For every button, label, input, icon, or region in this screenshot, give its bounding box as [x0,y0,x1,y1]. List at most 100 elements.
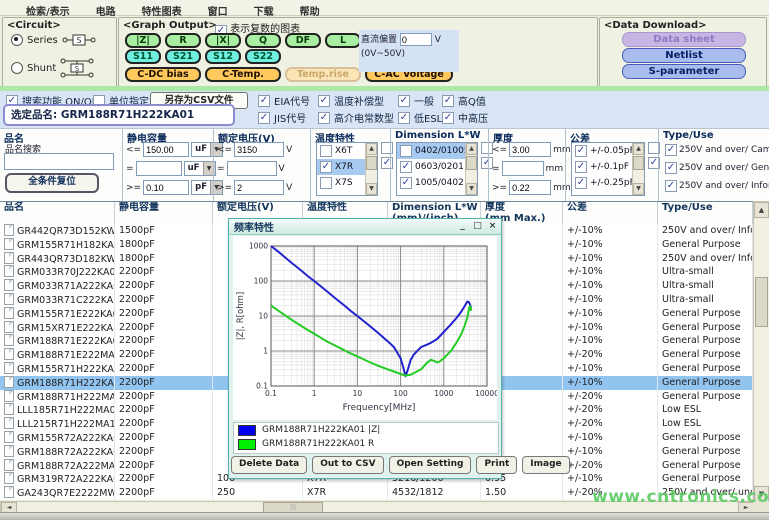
type-use-checkbox-2[interactable]: ✓ [665,162,677,174]
list-scrollbar[interactable]: ▲▼ [465,143,477,195]
print-button[interactable]: Print [476,456,517,474]
param-button-l[interactable]: L [325,33,361,48]
type-use-checkbox-1[interactable]: ✓ [665,144,677,156]
thickness-input-3[interactable] [509,180,551,195]
option-general[interactable]: ✓一般 [398,93,434,108]
document-icon [4,472,14,484]
legend-row-1[interactable]: GRM188R71H222KA01 |Z| [234,423,498,437]
dc-bias-input[interactable] [400,33,432,46]
temp-char-checkbox-2[interactable]: ✓ [320,161,332,173]
header-col-1[interactable]: 品名 [0,202,115,225]
sparam-button-s21[interactable]: S21 [165,49,201,64]
param-button-r[interactable]: R [165,33,201,48]
general-checkbox[interactable]: ✓ [398,95,410,107]
high-k-checkbox[interactable]: ✓ [318,112,330,124]
reset-all-conditions-button[interactable]: 全条件复位 [5,173,99,193]
rated-voltage-input-3[interactable] [234,180,284,195]
series-radio-button[interactable] [11,34,23,46]
temp-char-checkbox-1[interactable] [320,145,332,157]
shunt-radio[interactable]: Shunt S [11,58,94,78]
header-col-8[interactable]: Type/Use [658,202,753,225]
sparam-button-s22[interactable]: S22 [245,49,281,64]
menu-item-1[interactable]: 检索/表示 [26,2,70,18]
shunt-radio-button[interactable] [11,62,23,74]
close-icon[interactable]: × [486,221,499,232]
eia-checkbox[interactable]: ✓ [258,95,270,107]
scroll-up-icon[interactable]: ▲ [633,143,644,155]
delete-data-button[interactable]: Delete Data [231,456,307,474]
type-use-item-1[interactable]: ✓250V and over/ Camera [665,144,769,156]
menu-item-4[interactable]: 窗口 [208,2,228,18]
vertical-scrollbar[interactable]: ▲ ▼ [753,201,769,503]
legend-row-2[interactable]: GRM188R71H222KA01 R [234,437,498,451]
maximize-icon[interactable]: □ [471,221,484,232]
thickness-input-1[interactable] [509,142,551,157]
temp-comp-checkbox[interactable]: ✓ [318,95,330,107]
jis-checkbox[interactable]: ✓ [258,112,270,124]
scroll-thumb[interactable] [366,156,377,170]
scroll-up-icon[interactable]: ▲ [466,143,477,155]
scroll-thumb[interactable] [633,156,644,170]
param-button-z[interactable]: |Z| [125,33,161,48]
part-name-text: GRM188R71H222KA01 [17,378,115,389]
scroll-down-icon[interactable]: ▼ [366,183,377,195]
header-col-2[interactable]: 静电容量 [115,202,213,225]
vertical-scroll-thumb[interactable] [755,277,768,327]
mid-high-voltage-checkbox[interactable]: ✓ [442,112,454,124]
series-radio[interactable]: Series S [11,34,96,46]
param-button-x[interactable]: |X| [205,33,241,48]
condition-button-c-dc-bias[interactable]: C-DC bias [125,67,201,82]
menu-item-3[interactable]: 特性图表 [142,2,182,18]
download-button-netlist[interactable]: Netlist [622,48,746,63]
capacitance-input-3[interactable] [143,180,189,195]
capacitance-input-2[interactable] [136,161,182,176]
header-col-7[interactable]: 公差 [563,202,658,225]
open-setting-button[interactable]: Open Setting [389,456,472,474]
menu-item-2[interactable]: 电路 [96,2,116,18]
menu-item-6[interactable]: 帮助 [300,2,320,18]
tolerance-checkbox-3[interactable]: ✓ [575,177,587,189]
download-button-s-parameter[interactable]: S-parameter [622,64,746,79]
capacitance-input-1[interactable] [143,142,189,157]
minimize-icon[interactable]: _ [456,221,469,232]
list-scrollbar[interactable]: ▲▼ [365,143,377,195]
scroll-up-arrow[interactable]: ▲ [754,202,769,218]
thickness-input-2[interactable] [502,161,544,176]
option-eia[interactable]: ✓EIA代号 [258,93,310,108]
type-use-item-3[interactable]: ✓250V and over/ Informat [665,180,769,192]
type-use-checkbox-3[interactable]: ✓ [665,180,677,192]
dimension-checkbox-1[interactable] [400,145,412,157]
option-high-q[interactable]: ✓高Q值 [442,93,486,108]
popup-title-bar[interactable]: 频率特性 _ □ × [229,219,501,235]
option-high-k[interactable]: ✓高介电常数型 [318,110,394,125]
param-button-q[interactable]: Q [245,33,281,48]
out-to-csv-button[interactable]: Out to CSV [312,456,383,474]
menu-item-5[interactable]: 下载 [254,2,274,18]
scroll-up-icon[interactable]: ▲ [366,143,377,155]
list-scrollbar[interactable]: ▲▼ [632,143,644,195]
option-jis[interactable]: ✓JIS代号 [258,110,306,125]
option-low-esl[interactable]: ✓低ESL [398,110,442,125]
image-button[interactable]: Image [522,456,569,474]
tolerance-checkbox-1[interactable]: ✓ [575,145,587,157]
sparam-button-s12[interactable]: S12 [205,49,241,64]
temp-char-checkbox-3[interactable] [320,177,332,189]
scroll-down-icon[interactable]: ▼ [633,183,644,195]
type-use-item-2[interactable]: ✓250V and over/ General [665,162,769,174]
tolerance-checkbox-2[interactable]: ✓ [575,161,587,173]
rated-voltage-input-2[interactable] [227,161,277,176]
dimension-checkbox-3[interactable]: ✓ [400,177,412,189]
low-esl-checkbox[interactable]: ✓ [398,112,410,124]
unit-select[interactable]: uF▼ [184,161,216,176]
sparam-button-s11[interactable]: S11 [125,49,161,64]
option-temp-comp[interactable]: ✓温度补偿型 [318,93,384,108]
param-button-df[interactable]: DF [285,33,321,48]
option-mid-high-voltage[interactable]: ✓中高压 [442,110,488,125]
dimension-checkbox-2[interactable]: ✓ [400,161,412,173]
condition-button-c-temp-[interactable]: C-Temp. [205,67,281,82]
scroll-down-icon[interactable]: ▼ [466,183,477,195]
part-name-search-input[interactable] [4,153,114,170]
rated-voltage-input-1[interactable] [234,142,284,157]
scroll-thumb[interactable] [466,156,477,170]
high-q-checkbox[interactable]: ✓ [442,95,454,107]
